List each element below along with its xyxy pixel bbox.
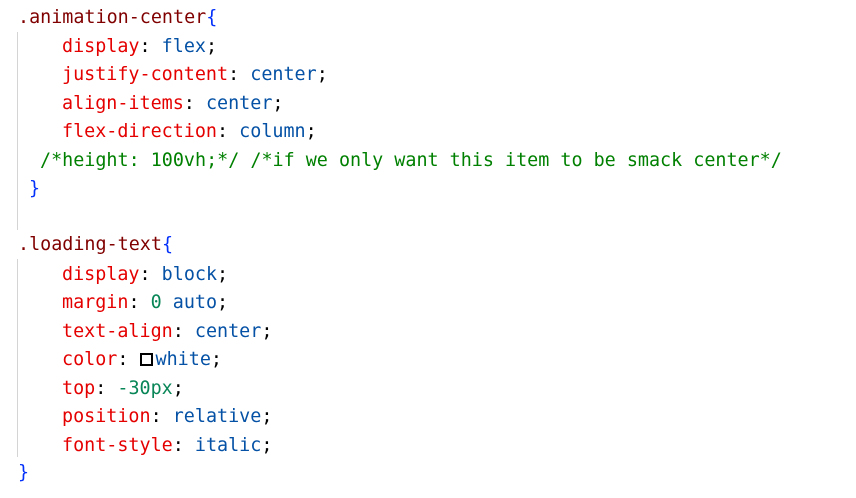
css-value: center <box>194 321 262 342</box>
css-property: position <box>62 406 151 427</box>
code-line: position: relative; <box>62 406 273 427</box>
code-line: text-align: center; <box>62 321 273 342</box>
code-line: display: flex; <box>62 36 218 57</box>
css-value: block <box>161 264 218 285</box>
css-selector: .loading-text <box>18 234 162 255</box>
open-brace: { <box>206 7 218 28</box>
css-property: color <box>62 349 118 370</box>
code-line: margin: 0 auto; <box>62 292 229 313</box>
code-line: } <box>18 459 29 487</box>
indent-guide <box>17 32 18 230</box>
open-brace: { <box>161 234 174 255</box>
code-line: font-style: italic; <box>62 435 273 456</box>
color-swatch[interactable] <box>139 353 153 366</box>
code-line: flex-direction: column; <box>62 121 317 142</box>
css-value: auto <box>161 292 218 313</box>
code-line: justify-content: center; <box>62 64 328 85</box>
code-editor[interactable]: .animation-center{ display: flex; justif… <box>0 0 856 498</box>
css-value: italic <box>194 435 262 456</box>
css-property: display <box>62 36 140 57</box>
css-value: relative <box>172 406 262 427</box>
css-value: center <box>250 64 317 85</box>
css-value: flex <box>161 36 206 57</box>
code-line: /*height: 100vh;*/ /*if we only want thi… <box>40 147 782 175</box>
close-brace: } <box>18 462 30 483</box>
css-selector: .animation-center <box>18 7 207 28</box>
code-line: align-items: center; <box>62 93 284 114</box>
code-line: display: block; <box>62 264 229 285</box>
code-line: .animation-center{ <box>18 4 217 32</box>
css-value: column <box>239 121 306 142</box>
code-line: top: -30px; <box>62 378 184 399</box>
close-brace: } <box>29 178 41 199</box>
css-property: align-items <box>62 93 184 114</box>
css-property: flex-direction <box>62 121 218 142</box>
css-property: font-style <box>62 435 173 456</box>
css-comment: /*height: 100vh;*/ /*if we only want thi… <box>40 150 782 171</box>
css-value: center <box>205 93 273 114</box>
css-property: text-align <box>62 321 173 342</box>
code-line: .loading-text{ <box>18 231 173 259</box>
code-line: } <box>29 175 40 203</box>
css-property: display <box>62 264 140 285</box>
css-property: margin <box>62 292 129 313</box>
css-property: top <box>62 378 96 399</box>
css-value: white <box>155 349 211 370</box>
css-property: justify-content <box>62 64 229 85</box>
css-number: 0 <box>150 292 162 313</box>
indent-guide <box>17 259 18 457</box>
code-line: color: white; <box>62 349 222 370</box>
css-number: -30px <box>117 378 173 399</box>
